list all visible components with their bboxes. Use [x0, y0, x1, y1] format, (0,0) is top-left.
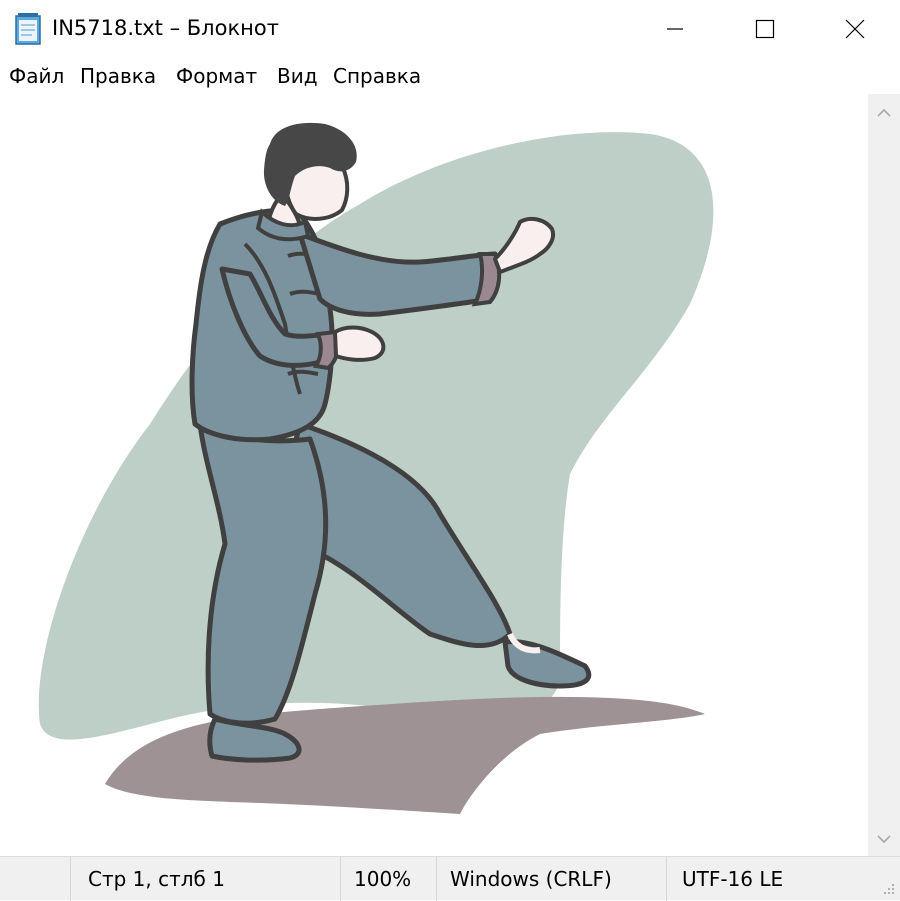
title-bar[interactable]: IN5718.txt – Блокнот — [0, 0, 900, 58]
status-separator — [666, 857, 667, 901]
menu-bar: Файл Правка Формат Вид Справка — [0, 58, 900, 94]
notepad-icon — [14, 12, 44, 46]
cursor-position: Стр 1, стлб 1 — [88, 867, 225, 891]
chevron-up-icon — [877, 103, 891, 122]
zoom-level: 100% — [354, 867, 412, 891]
status-separator — [436, 857, 437, 901]
close-button[interactable] — [810, 0, 900, 58]
menu-view[interactable]: Вид — [277, 64, 318, 88]
notepad-window: IN5718.txt – Блокнот Файл Правка Формат … — [0, 0, 900, 901]
status-separator — [340, 857, 341, 901]
status-separator — [70, 857, 71, 901]
maximize-button[interactable] — [720, 0, 810, 58]
resize-grip-icon[interactable] — [878, 878, 896, 896]
menu-format[interactable]: Формат — [176, 64, 257, 88]
chevron-down-icon — [877, 829, 891, 848]
menu-file[interactable]: Файл — [9, 64, 64, 88]
maximize-icon — [755, 19, 775, 39]
minimize-icon — [665, 19, 685, 39]
vertical-scrollbar[interactable] — [868, 94, 900, 856]
window-title: IN5718.txt – Блокнот — [52, 16, 279, 40]
menu-edit[interactable]: Правка — [80, 64, 156, 88]
scroll-down-button[interactable] — [868, 820, 900, 856]
status-bar: Стр 1, стлб 1 100% Windows (CRLF) UTF-16… — [0, 856, 900, 901]
line-endings: Windows (CRLF) — [450, 867, 612, 891]
menu-help[interactable]: Справка — [333, 64, 421, 88]
encoding: UTF-16 LE — [682, 867, 784, 891]
minimize-button[interactable] — [630, 0, 720, 58]
close-icon — [845, 19, 865, 39]
scroll-up-button[interactable] — [868, 94, 900, 130]
text-editor-area[interactable] — [0, 94, 868, 856]
tai-chi-illustration — [0, 94, 868, 856]
